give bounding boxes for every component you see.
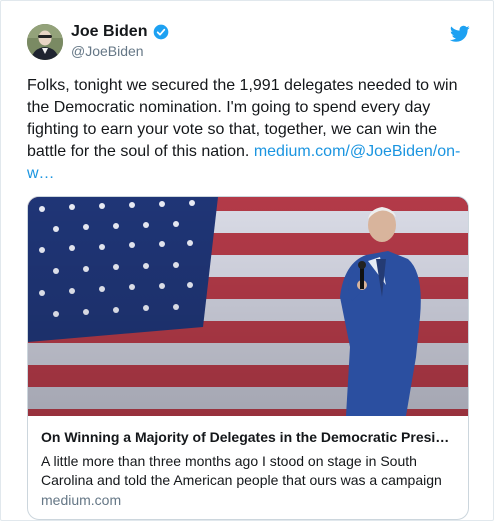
tweet-text: Folks, tonight we secured the 1,991 dele…: [27, 75, 471, 185]
author-handle[interactable]: @JoeBiden: [71, 43, 144, 59]
card-description: A little more than three months ago I st…: [41, 453, 442, 488]
card-body: On Winning a Majority of Delegates in th…: [41, 428, 455, 510]
author-name-row: Joe Biden: [71, 23, 169, 41]
card-title[interactable]: On Winning a Majority of Delegates in th…: [41, 428, 455, 446]
author-display-name[interactable]: Joe Biden: [71, 23, 147, 41]
verified-badge-icon: [154, 24, 169, 40]
avatar[interactable]: [27, 24, 63, 60]
card-image: [28, 197, 468, 416]
tweet-embed: Joe Biden @JoeBiden Folks, tonight we se…: [0, 0, 494, 521]
avatar-photo: [27, 24, 63, 60]
link-preview-card[interactable]: On Winning a Majority of Delegates in th…: [27, 196, 469, 520]
twitter-bird-icon[interactable]: [450, 25, 470, 43]
flag-stage-photo: [28, 197, 468, 416]
card-domain: medium.com: [41, 492, 122, 508]
